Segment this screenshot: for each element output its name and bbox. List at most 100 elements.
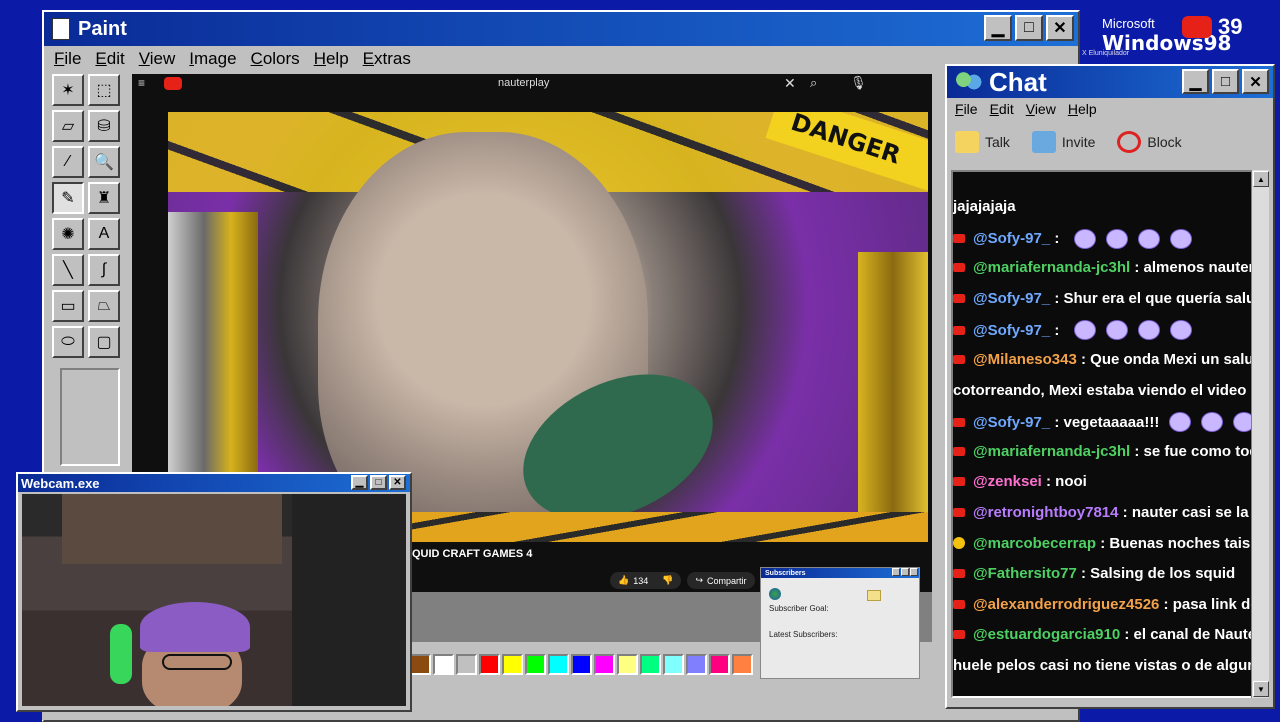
rounded-rect-tool-icon[interactable]: ▢ [88,326,120,358]
curve-tool-icon[interactable]: ∫ [88,254,120,286]
thumbs-up-icon: 👍 [618,575,630,585]
palette-swatch[interactable] [732,654,753,675]
maximize-button[interactable]: □ [1015,15,1043,41]
brush-tool-icon[interactable]: ♜ [88,182,120,214]
clear-search-icon[interactable]: ✕ [784,75,796,92]
palette-swatch[interactable] [525,654,546,675]
block-button[interactable]: Block [1117,131,1182,153]
close-button[interactable]: ✕ [1046,15,1074,41]
maximize-button[interactable]: □ [370,475,387,490]
chat-username[interactable]: @zenksei [973,473,1042,490]
chat-username[interactable]: @mariafernanda-jc3hl [973,259,1130,276]
palette-swatch[interactable] [709,654,730,675]
chat-text: : el canal de Nauter c [1124,626,1253,644]
palette-swatch[interactable] [594,654,615,675]
minimize-button[interactable]: ▁ [984,15,1012,41]
chat-username[interactable]: @Fathersito77 [973,565,1077,582]
search-icon[interactable]: ⌕ [810,75,817,91]
youtube-search-input[interactable]: nauterplay [498,77,549,89]
menu-file[interactable]: File [54,49,81,69]
microphone-icon[interactable]: 🎙 [850,75,867,91]
palette-swatch[interactable] [410,654,431,675]
youtube-logo-icon[interactable] [164,77,182,90]
emote-icon [1105,228,1128,249]
menu-view[interactable]: View [139,49,176,69]
video-title[interactable]: QUID CRAFT GAMES 4 [412,548,532,560]
minimize-button[interactable]: ▁ [351,475,368,490]
maximize-button[interactable]: □ [1212,69,1239,94]
menu-image[interactable]: Image [189,49,236,69]
chat-menu-edit[interactable]: Edit [990,101,1014,117]
paint-statusbar [42,712,1078,720]
scroll-up-icon[interactable]: ▲ [1253,171,1269,187]
close-button[interactable]: ✕ [1242,69,1269,94]
palette-swatch[interactable] [456,654,477,675]
maximize-button[interactable] [901,568,909,576]
airbrush-tool-icon[interactable]: ✺ [52,218,84,250]
minimize-button[interactable] [892,568,900,576]
chat-menu-view[interactable]: View [1026,101,1056,117]
text-tool-icon[interactable]: A [88,218,120,250]
tool-options-panel[interactable] [60,368,120,466]
menu-help[interactable]: Help [314,49,349,69]
palette-swatch[interactable] [686,654,707,675]
chat-username[interactable]: @Sofy-97_ [973,322,1050,339]
fill-tool-icon[interactable]: ⛁ [88,110,120,142]
chat-username[interactable]: @Sofy-97_ [973,230,1050,247]
chat-messages[interactable]: jajajajaja @Sofy-97_ : @mariafernanda-jc3… [951,170,1255,698]
emote-icon [1137,320,1160,341]
line-tool-icon[interactable]: ╲ [52,254,84,286]
eraser-tool-icon[interactable]: ▱ [52,110,84,142]
share-button[interactable]: ↪ Compartir [687,572,755,589]
like-button[interactable]: 👍 134 👎 [610,572,682,589]
chat-username[interactable]: @alexanderrodriguez4526 [973,596,1159,613]
chat-menu-help[interactable]: Help [1068,101,1097,117]
palette-swatch[interactable] [640,654,661,675]
youtube-icon [953,630,965,640]
ellipse-tool-icon[interactable]: ⬭ [52,326,84,358]
palette-swatch[interactable] [571,654,592,675]
chat-username[interactable]: @retronightboy7814 [973,504,1119,521]
chat-username[interactable]: @Sofy-97_ [973,290,1050,307]
youtube-icon [953,417,965,427]
like-count: 134 [633,575,649,586]
palette-swatch[interactable] [663,654,684,675]
polygon-tool-icon[interactable]: ⏢ [88,290,120,322]
rectangle-tool-icon[interactable]: ▭ [52,290,84,322]
close-button[interactable]: ✕ [389,475,406,490]
thumbs-down-icon[interactable]: 👎 [662,575,673,586]
chat-username[interactable]: @Sofy-97_ [973,414,1050,431]
close-button[interactable] [910,568,918,576]
free-select-tool-icon[interactable]: ✶ [52,74,84,106]
chat-text: jajajajaja [953,198,1016,215]
chat-username[interactable]: @marcobecerrap [973,535,1096,552]
youtube-icon [953,599,965,609]
webcam-titlebar[interactable]: Webcam.exe ▁ □ ✕ [18,474,410,492]
talk-button[interactable]: Talk [955,131,1010,153]
chat-username[interactable]: @Milaneso343 [973,351,1077,368]
invite-button[interactable]: Invite [1031,131,1095,153]
minimize-button[interactable]: ▁ [1182,69,1209,94]
palette-swatch[interactable] [433,654,454,675]
chat-scrollbar[interactable]: ▲ ▼ [1251,170,1269,698]
menu-extras[interactable]: Extras [363,49,411,69]
hamburger-icon[interactable]: ≡ [138,76,145,90]
palette-swatch[interactable] [617,654,638,675]
menu-colors[interactable]: Colors [251,49,300,69]
chat-username[interactable]: @estuardogarcia910 [973,626,1120,643]
rect-select-tool-icon[interactable]: ⬚ [88,74,120,106]
color-picker-tool-icon[interactable]: ⁄ [52,146,84,178]
palette-swatch[interactable] [548,654,569,675]
scroll-down-icon[interactable]: ▼ [1253,681,1269,697]
chat-titlebar[interactable]: Chat ▁ □ ✕ [947,66,1273,98]
menu-edit[interactable]: Edit [95,49,124,69]
chat-username[interactable]: @mariafernanda-jc3hl [973,443,1130,460]
palette-swatch[interactable] [479,654,500,675]
chat-menu-file[interactable]: File [955,101,978,117]
magnifier-tool-icon[interactable]: 🔍 [88,146,120,178]
subscribers-titlebar[interactable]: Subscribers [761,568,919,578]
palette-swatch[interactable] [502,654,523,675]
chat-toolbar: Talk Invite Block [955,124,1182,160]
pencil-tool-icon[interactable]: ✎ [52,182,84,214]
paint-titlebar[interactable]: Paint ▁ □ ✕ [44,12,1078,46]
